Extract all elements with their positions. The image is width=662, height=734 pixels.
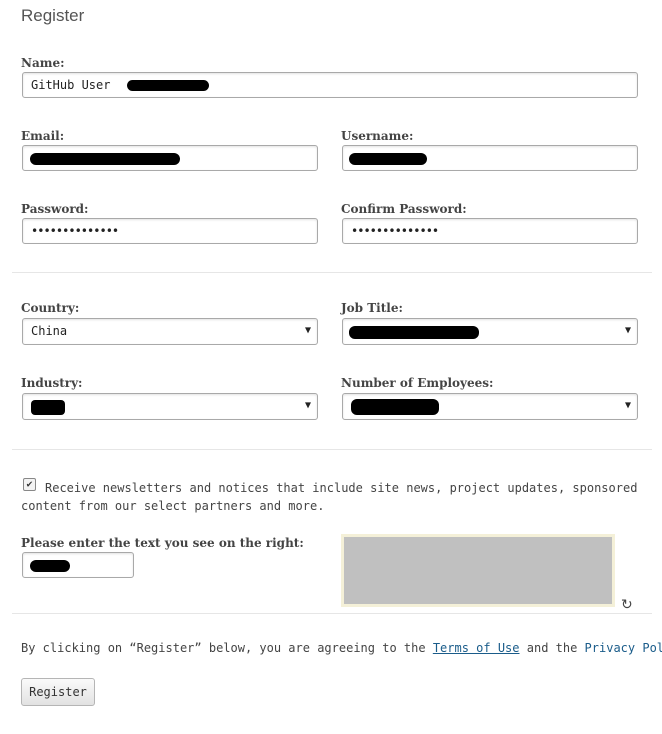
name-input[interactable]: GitHub User [22,72,638,98]
section-divider [12,272,652,273]
refresh-icon[interactable]: ↻ [621,597,633,613]
job-title-select[interactable]: ▼ [342,318,638,345]
register-button[interactable]: Register [21,678,95,706]
job-title-label: Job Title: [341,301,403,315]
redacted-block [31,400,65,415]
password-input[interactable]: •••••••••••••• [22,218,318,244]
employees-label: Number of Employees: [341,376,494,390]
redacted-block [30,560,70,572]
country-select[interactable]: China ▼ [22,318,318,345]
username-label: Username: [341,129,414,143]
employees-select[interactable]: ▼ [342,393,638,420]
confirm-password-input[interactable]: •••••••••••••• [342,218,638,244]
terms-of-use-link[interactable]: Terms of Use [433,641,520,655]
agreement-middle: and the [519,641,585,655]
industry-select[interactable]: ▼ [22,393,318,420]
password-label: Password: [21,202,89,216]
chevron-down-icon: ▼ [624,400,631,411]
newsletter-label: Receive newsletters and notices that inc… [21,481,638,513]
name-label: Name: [21,56,65,70]
email-input[interactable] [22,145,318,171]
email-label: Email: [21,129,65,143]
chevron-down-icon: ▼ [624,325,631,336]
section-divider [12,449,652,450]
country-label: Country: [21,301,80,315]
redacted-block [30,153,180,165]
privacy-policy-link[interactable]: Privacy Policy [585,641,662,655]
redacted-block [349,153,427,165]
redacted-block [351,399,439,415]
username-input[interactable] [342,145,638,171]
confirm-password-label: Confirm Password: [341,202,467,216]
redacted-block [349,326,479,339]
chevron-down-icon: ▼ [304,400,311,411]
country-value: China [31,324,68,338]
name-value: GitHub User [31,78,111,92]
captcha-label: Please enter the text you see on the rig… [21,536,304,550]
captcha-image [341,534,615,607]
confirm-password-value: •••••••••••••• [351,224,439,238]
password-value: •••••••••••••• [31,224,119,238]
agreement-prefix: By clicking on “Register” below, you are… [21,641,433,655]
chevron-down-icon: ▼ [304,325,311,336]
captcha-input[interactable] [22,552,134,578]
agreement-text: By clicking on “Register” below, you are… [21,641,662,655]
section-divider [12,613,652,614]
redacted-block [127,80,209,91]
page-title: Register [21,6,85,25]
industry-label: Industry: [21,376,83,390]
